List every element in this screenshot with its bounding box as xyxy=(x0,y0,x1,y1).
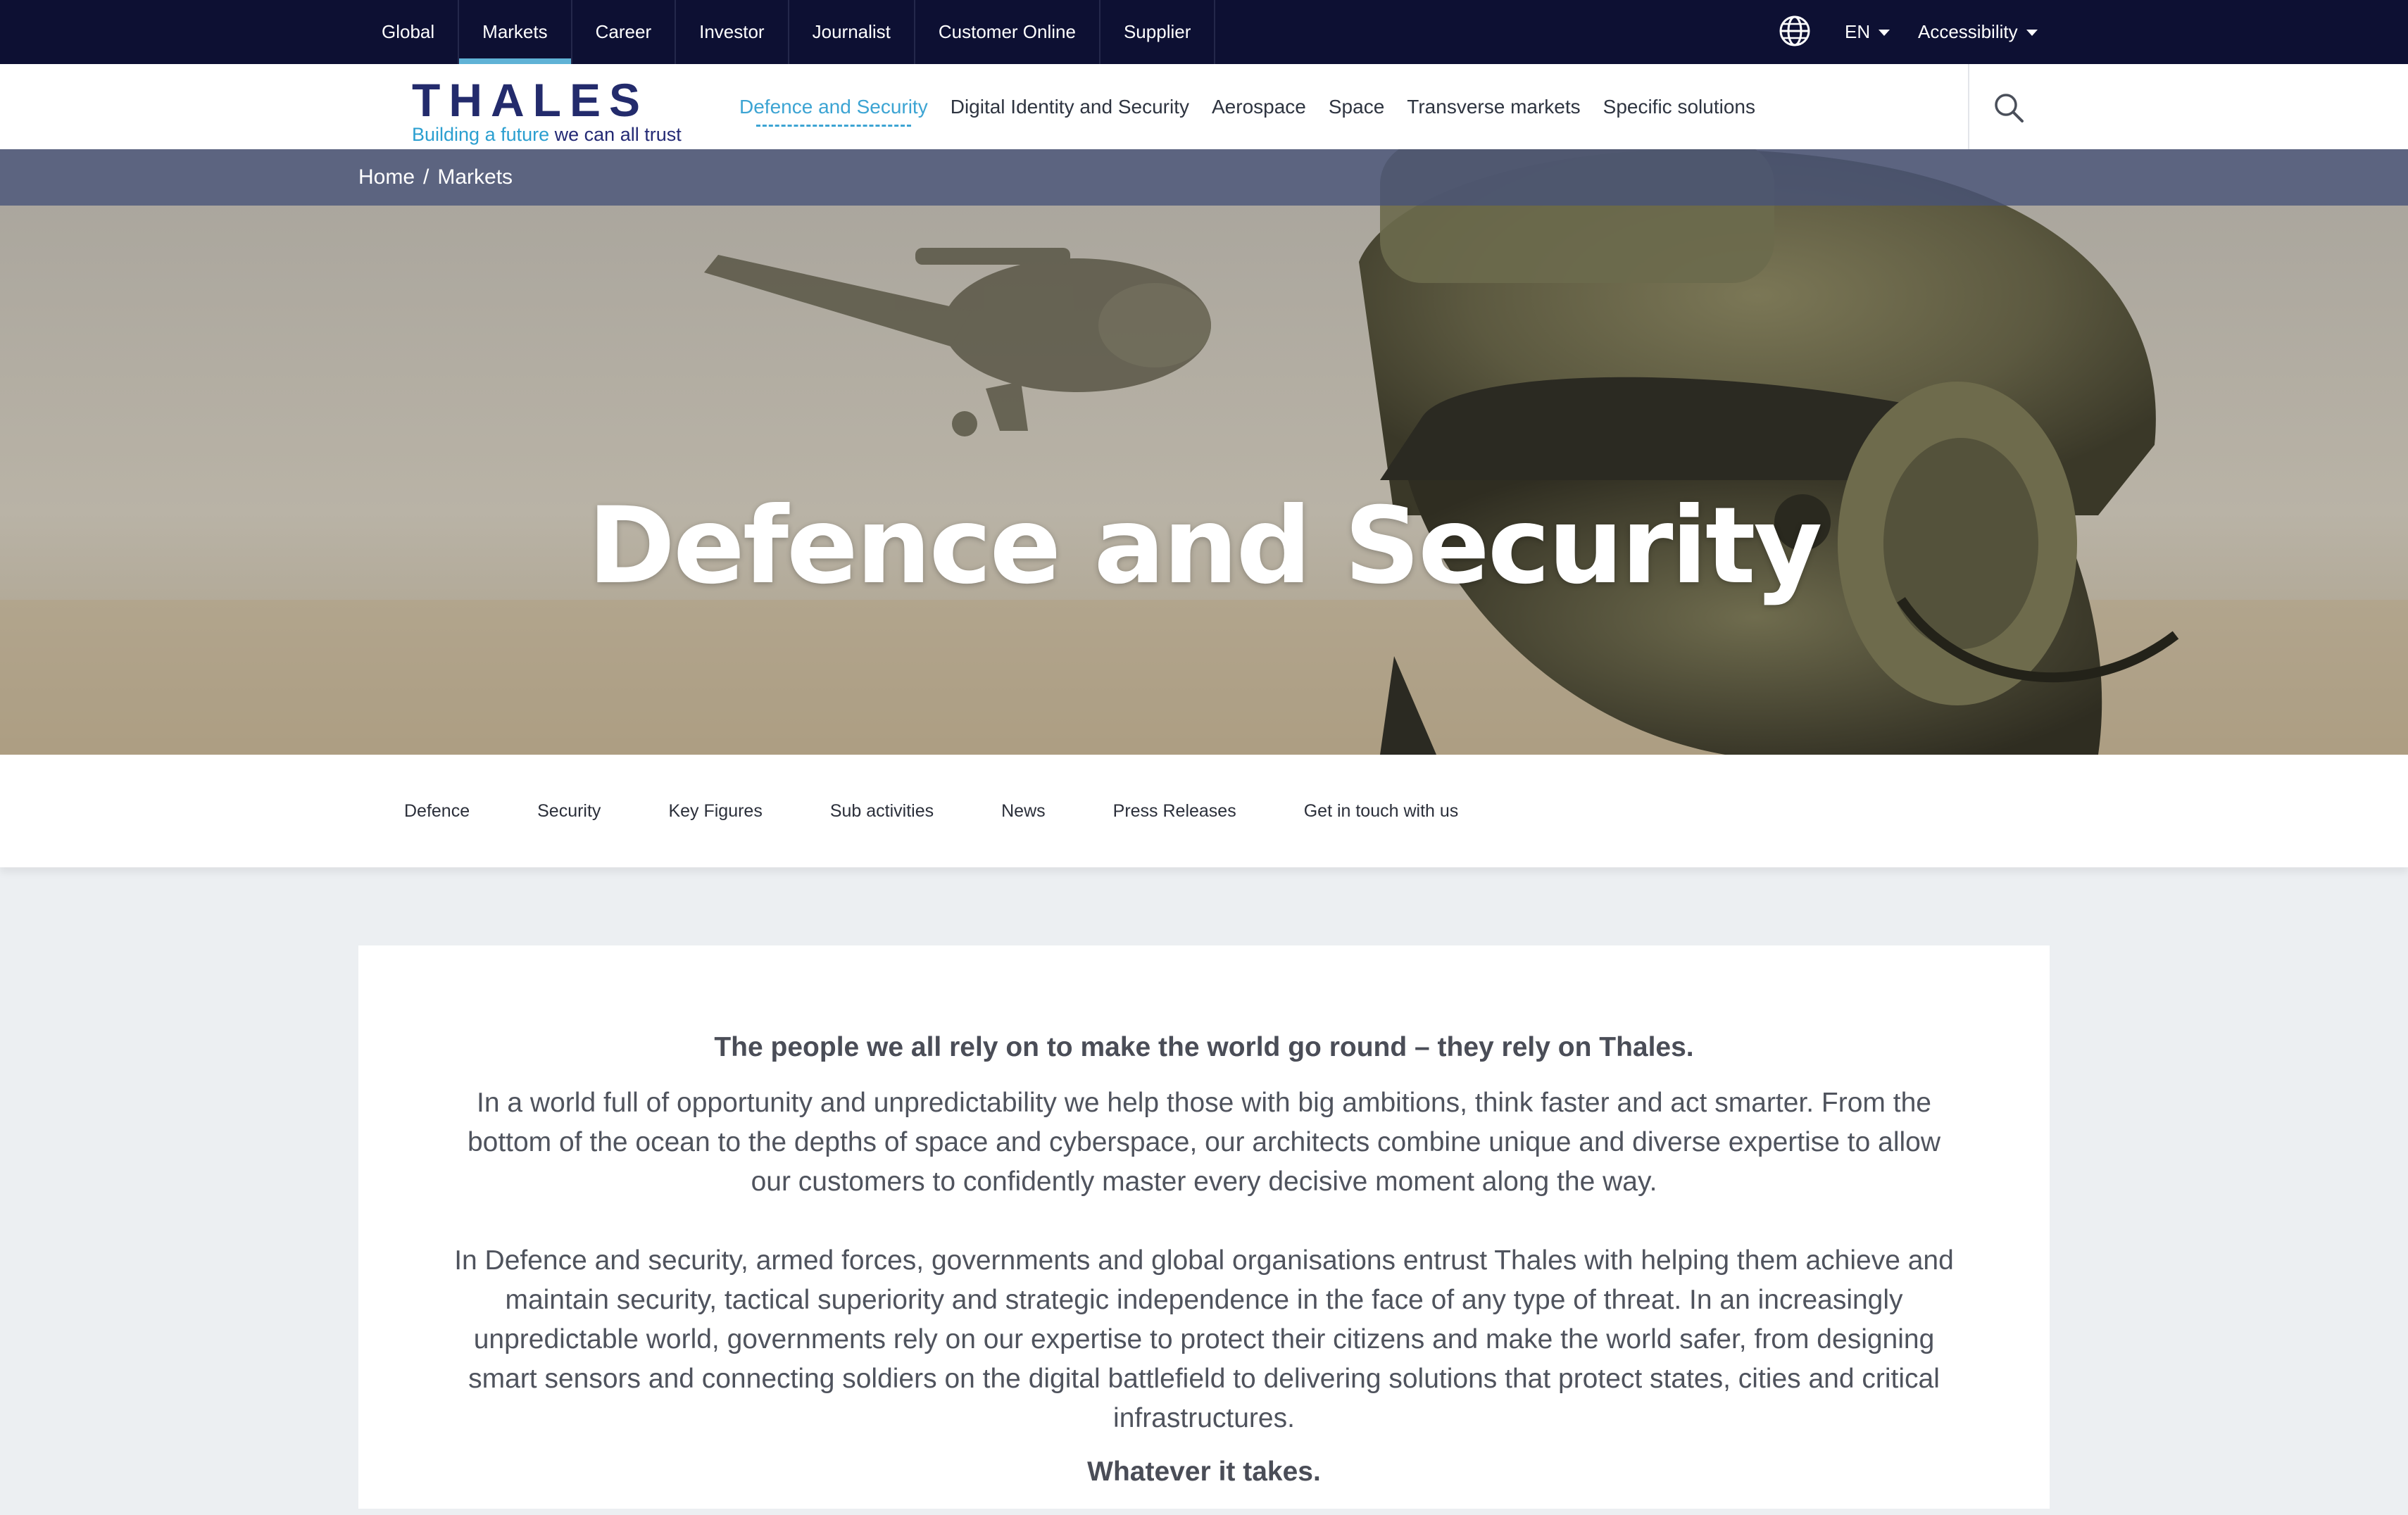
breadcrumb: Home / Markets xyxy=(358,149,513,206)
logo-tagline-part1: Building a future xyxy=(412,124,550,145)
accessibility-label: Accessibility xyxy=(1918,21,2018,42)
hero-title: Defence and Security xyxy=(587,484,1823,608)
accessibility-menu[interactable]: Accessibility xyxy=(1918,0,2038,64)
globe-icon[interactable] xyxy=(1778,14,1812,48)
main-nav-transverse-markets[interactable]: Transverse markets xyxy=(1407,96,1580,118)
intro-card: The people we all rely on to make the wo… xyxy=(358,945,2050,1509)
top-nav-global[interactable]: Global xyxy=(358,0,460,64)
search-icon[interactable] xyxy=(1991,90,2026,125)
main-nav-space[interactable]: Space xyxy=(1329,96,1384,118)
logo-tagline: Building a future we can all trust xyxy=(412,125,682,144)
sub-nav-key-figures[interactable]: Key Figures xyxy=(668,801,762,822)
sub-nav-security[interactable]: Security xyxy=(537,801,601,822)
breadcrumb-bar: Home / Markets xyxy=(0,149,2408,206)
main-header: THALES Building a future we can all trus… xyxy=(0,64,2408,149)
sub-nav-news[interactable]: News xyxy=(1001,801,1046,822)
top-nav-investor[interactable]: Investor xyxy=(676,0,789,64)
main-nav: Defence and Security Digital Identity an… xyxy=(739,64,1778,149)
logo-tagline-part2: we can all trust xyxy=(549,124,682,145)
caret-down-icon xyxy=(1879,30,1890,36)
main-nav-defence-and-security[interactable]: Defence and Security xyxy=(739,96,928,127)
hero-image xyxy=(0,149,2408,755)
top-nav-journalist[interactable]: Journalist xyxy=(789,0,915,64)
main-nav-digital-identity-and-security[interactable]: Digital Identity and Security xyxy=(951,96,1189,118)
intro-paragraph-1: In a world full of opportunity and unpre… xyxy=(467,1088,1941,1197)
caret-down-icon xyxy=(2026,30,2038,36)
sub-nav-press-releases[interactable]: Press Releases xyxy=(1113,801,1236,822)
sub-nav-get-in-touch[interactable]: Get in touch with us xyxy=(1304,801,1459,822)
breadcrumb-separator: / xyxy=(423,165,429,189)
sub-nav-list: Defence Security Key Figures Sub activit… xyxy=(404,755,1526,867)
top-nav-customer-online[interactable]: Customer Online xyxy=(915,0,1100,64)
breadcrumb-markets[interactable]: Markets xyxy=(437,165,513,189)
top-nav-markets[interactable]: Markets xyxy=(459,0,572,64)
section-sub-nav: Defence Security Key Figures Sub activit… xyxy=(0,755,2408,867)
breadcrumb-home[interactable]: Home xyxy=(358,165,415,189)
main-nav-aerospace[interactable]: Aerospace xyxy=(1212,96,1306,118)
thales-logo[interactable]: THALES Building a future we can all trus… xyxy=(412,74,682,144)
sub-nav-defence[interactable]: Defence xyxy=(404,801,470,822)
language-selector[interactable]: EN xyxy=(1845,0,1890,64)
hero-banner xyxy=(0,149,2408,755)
main-nav-specific-solutions[interactable]: Specific solutions xyxy=(1603,96,1755,118)
language-label: EN xyxy=(1845,21,1871,42)
intro-content: The people we all rely on to make the wo… xyxy=(358,1030,2050,1515)
logo-wordmark: THALES xyxy=(412,74,648,126)
top-bar: Global Markets Career Investor Journalis… xyxy=(0,0,2408,64)
top-nav-supplier[interactable]: Supplier xyxy=(1100,0,1216,64)
top-nav: Global Markets Career Investor Journalis… xyxy=(358,0,1216,64)
intro-lead: The people we all rely on to make the wo… xyxy=(714,1032,1694,1062)
search-divider xyxy=(1968,64,1969,149)
intro-closing: Whatever it takes. xyxy=(1087,1457,1321,1487)
top-nav-career[interactable]: Career xyxy=(572,0,677,64)
intro-paragraph-2: In Defence and security, armed forces, g… xyxy=(454,1245,1954,1433)
sub-nav-sub-activities[interactable]: Sub activities xyxy=(830,801,934,822)
